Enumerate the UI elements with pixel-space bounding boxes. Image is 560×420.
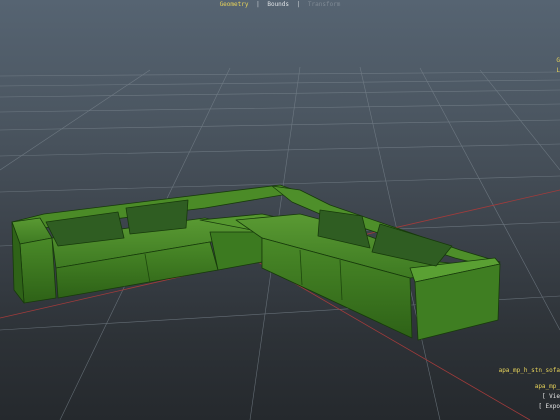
3d-viewport[interactable] xyxy=(0,0,560,420)
object-short-name: apa_mp_ xyxy=(534,383,560,390)
tab-transform[interactable]: Transform xyxy=(308,1,341,8)
object-info-panel: apa_mp_h_stn_sofa apa_mp_ [ Vie [ Expo xyxy=(499,366,560,412)
right-hud-indicators: G L xyxy=(556,56,560,76)
export-command[interactable]: [ Expo xyxy=(499,402,560,412)
tab-bounds[interactable]: Bounds xyxy=(267,1,289,8)
view-command[interactable]: [ Vie xyxy=(499,392,560,402)
sofa-model[interactable] xyxy=(11,184,501,341)
hud-indicator-l: L xyxy=(556,67,560,74)
object-name: apa_mp_h_stn_sofa xyxy=(498,367,560,374)
viewport-hud-tabs: Geometry | Bounds | Transform xyxy=(0,1,560,8)
sofa-arm-left-front xyxy=(19,237,57,304)
hud-separator: | xyxy=(296,1,301,8)
sofa-corner-front xyxy=(209,231,263,271)
hud-separator: | xyxy=(256,1,260,8)
hud-indicator-g: G xyxy=(556,57,560,64)
tab-geometry[interactable]: Geometry xyxy=(220,1,249,8)
